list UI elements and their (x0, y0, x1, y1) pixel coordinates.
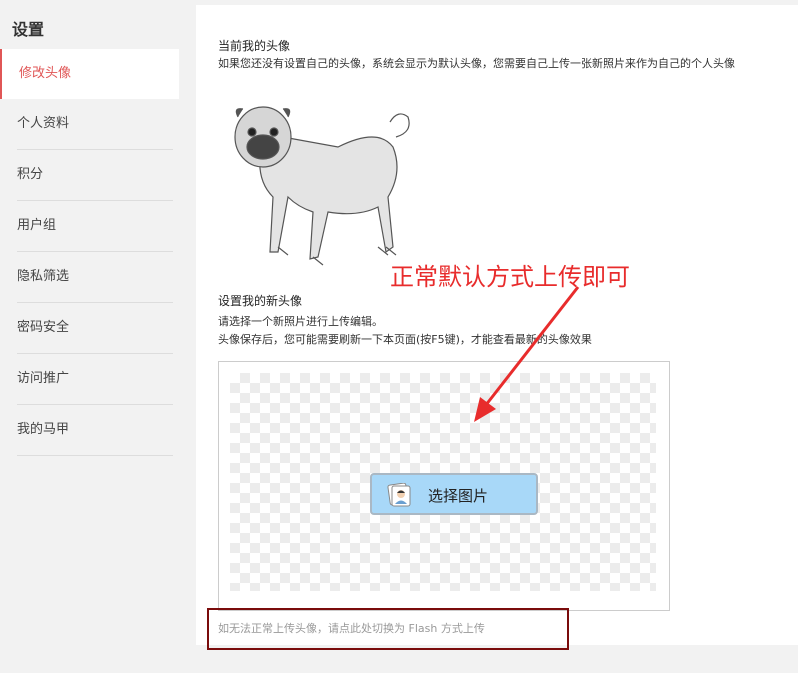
sidebar-item-usergroup[interactable]: 用户组 (17, 201, 173, 252)
sidebar-item-credits[interactable]: 积分 (17, 150, 173, 201)
highlight-frame (207, 608, 569, 650)
sidebar-item-alt-accounts[interactable]: 我的马甲 (17, 405, 173, 456)
select-image-label: 选择图片 (428, 487, 489, 505)
sidebar-nav: 修改头像 个人资料 积分 用户组 隐私筛选 密码安全 访问推广 我的马甲 (0, 49, 196, 456)
settings-sidebar: 设置 修改头像 个人资料 积分 用户组 隐私筛选 密码安全 访问推广 我的马甲 (0, 0, 196, 673)
sidebar-item-profile[interactable]: 个人资料 (17, 99, 173, 150)
current-avatar-desc: 如果您还没有设置自己的头像，系统会显示为默认头像，您需要自己上传一张新照片来作为… (218, 57, 735, 70)
upload-preview: 选择图片 (230, 373, 656, 591)
sidebar-item-privacy[interactable]: 隐私筛选 (17, 252, 173, 303)
annotation-arrow (474, 286, 580, 422)
sidebar-title: 设置 (12, 20, 45, 39)
current-avatar-title: 当前我的头像 (218, 39, 291, 53)
upload-area: 选择图片 (218, 361, 670, 611)
sidebar-item-password[interactable]: 密码安全 (17, 303, 173, 354)
select-image-button[interactable]: 选择图片 (370, 473, 538, 515)
new-avatar-desc: 请选择一个新照片进行上传编辑。 (218, 315, 383, 328)
photo-icon (387, 483, 411, 507)
new-avatar-title: 设置我的新头像 (218, 294, 303, 308)
default-avatar-image (234, 106, 410, 266)
sidebar-item-promotion[interactable]: 访问推广 (17, 354, 173, 405)
sidebar-item-avatar[interactable]: 修改头像 (0, 49, 179, 99)
